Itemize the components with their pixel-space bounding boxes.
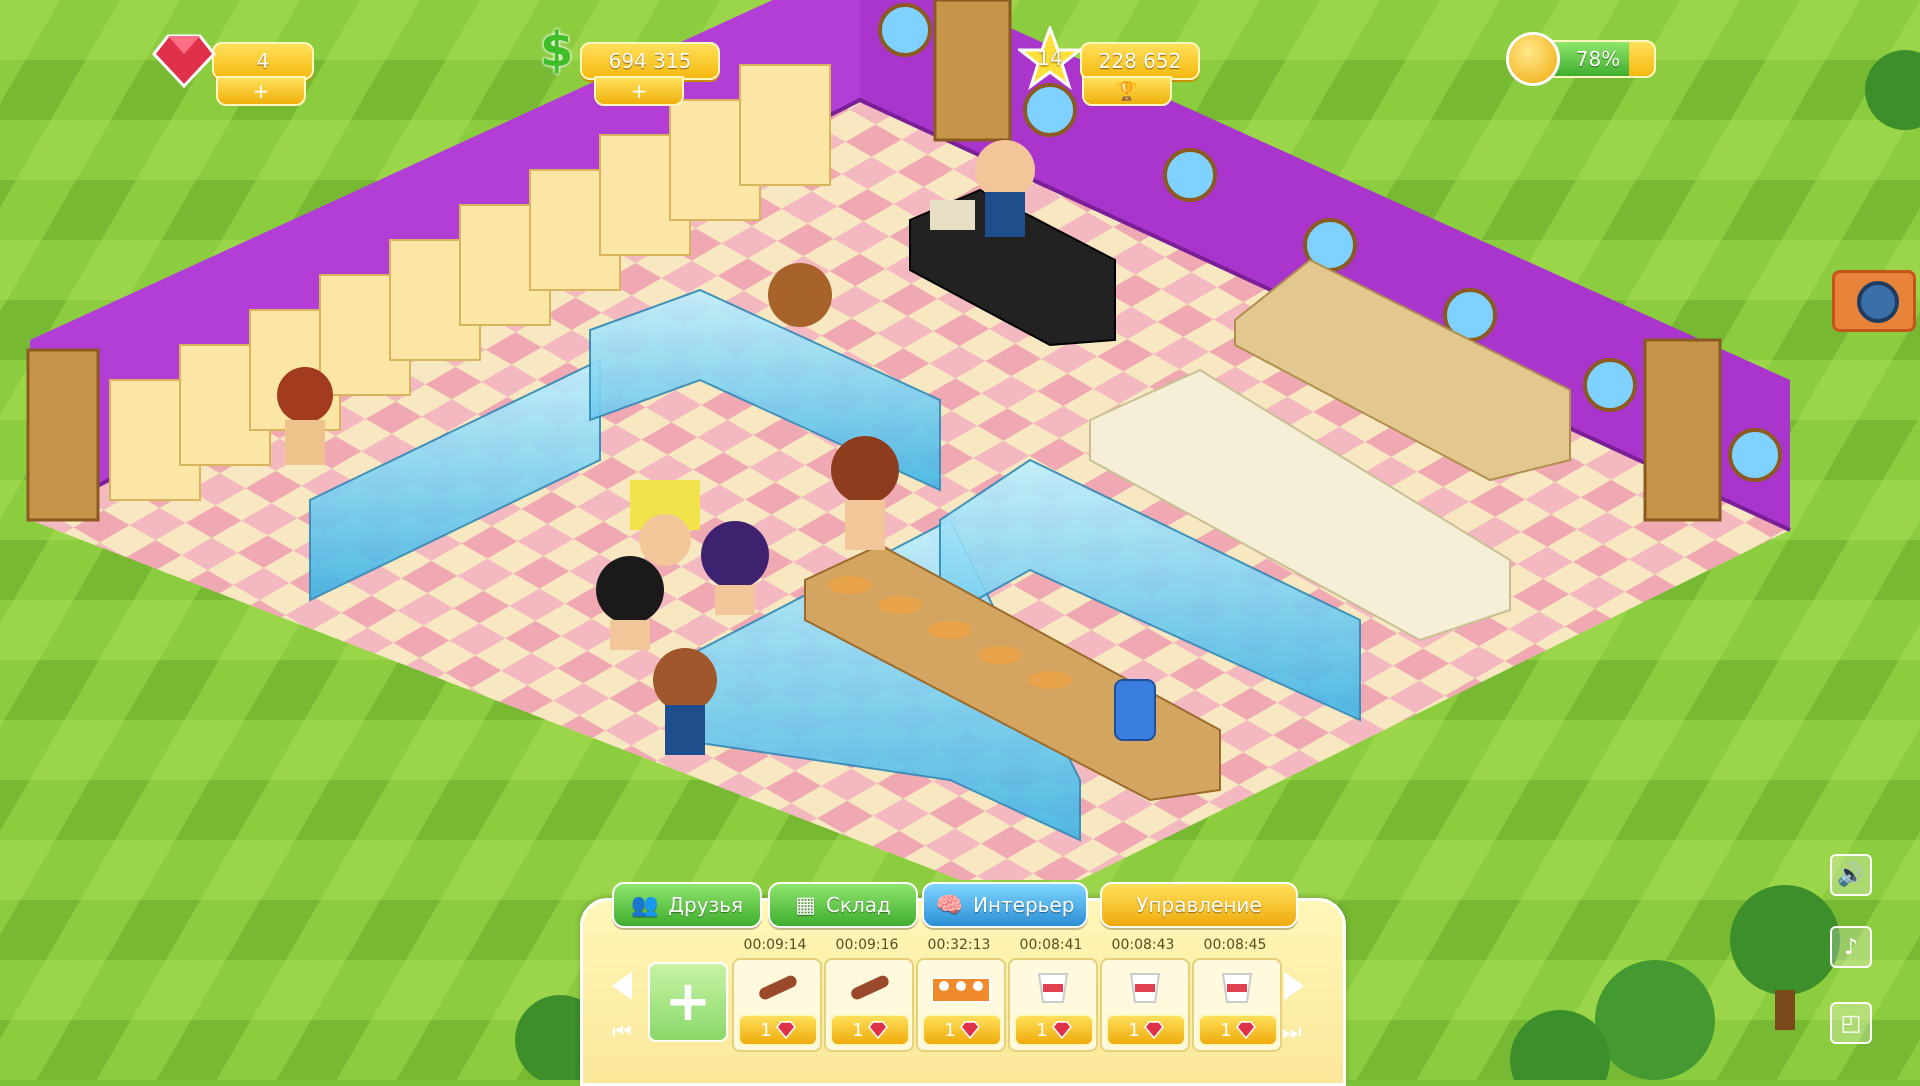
speedup-button[interactable]: 1 [1198,1014,1278,1046]
queue-timer: 00:09:14 [743,937,807,953]
speedup-cost: 1 [852,1019,864,1041]
gem-icon [1051,1021,1072,1039]
queue-slot[interactable]: 1 [824,958,914,1052]
noodle-box-item-icon [1221,973,1253,1003]
queue-timer: 00:08:43 [1111,937,1175,953]
speedup-cost: 1 [760,1019,772,1041]
tab-warehouse[interactable]: ▦ Склад [768,882,918,928]
xp-counter: 228 652 [1080,42,1200,80]
camera-button[interactable] [1832,270,1916,332]
buy-gems-button[interactable]: + [216,76,306,106]
tab-friends-label: Друзья [668,893,743,917]
queue-slot[interactable]: 1 [732,958,822,1052]
gem-icon [959,1021,980,1039]
customer-character-head [768,263,832,327]
noodle-box-item-icon [1037,973,1069,1003]
tab-friends[interactable]: 👥 Друзья [612,882,762,928]
door-left [26,348,100,522]
tree-bottom-right-2 [1595,960,1715,1080]
buy-money-button[interactable]: + [594,76,684,106]
queue-slot[interactable]: 1 [1100,958,1190,1052]
gem-icon [1235,1021,1256,1039]
gem-icon [152,34,216,88]
dollar-icon: $ [540,22,574,78]
speedup-button[interactable]: 1 [1106,1014,1186,1046]
pastry-box-item-icon [931,977,991,1003]
queue-timer: 00:09:16 [835,937,899,953]
speedup-button[interactable]: 1 [830,1014,910,1046]
trophy-icon: 🏆 [1115,80,1139,102]
tab-management[interactable]: Управление [1100,882,1298,928]
money-counter: 694 315 [580,42,720,80]
speedup-cost: 1 [1036,1019,1048,1041]
smiley-icon [1506,32,1560,86]
scroll-first-button[interactable]: ⏮ [612,1022,634,1044]
speedup-cost: 1 [1128,1019,1140,1041]
speedup-button[interactable]: 1 [1014,1014,1094,1046]
trophy-button[interactable]: 🏆 [1082,76,1172,106]
money-value: 694 315 [608,49,692,73]
queue-timer: 00:08:41 [1019,937,1083,953]
grid-icon: ▦ [795,892,816,918]
tab-interior-label: Интерьер [972,893,1075,917]
door-right [1643,338,1722,522]
queue-slot[interactable]: 1 [1008,958,1098,1052]
sausage-item-icon [851,975,889,1000]
gems-counter: 4 [212,42,314,80]
speedup-cost: 1 [944,1019,956,1041]
water-jug [1114,679,1156,741]
brain-icon: 🧠 [935,892,963,918]
cash-register [930,200,975,230]
gem-icon [1143,1021,1164,1039]
camera-icon [1857,281,1899,323]
tab-management-label: Управление [1136,893,1262,917]
queue-timer: 00:08:45 [1203,937,1267,953]
xp-value: 228 652 [1098,49,1182,73]
fullscreen-button[interactable]: ◰ [1830,1002,1872,1044]
add-slot-button[interactable]: + [648,962,728,1042]
gems-value: 4 [256,49,270,73]
level-value: 14 [1037,46,1063,70]
noodle-box-item-icon [1129,973,1161,1003]
sound-button[interactable]: 🔊 [1830,854,1872,896]
queue-slot[interactable]: 1 [1192,958,1282,1052]
friends-icon: 👥 [630,892,659,918]
gem-icon [867,1021,888,1039]
gem-icon [775,1021,796,1039]
tab-interior[interactable]: 🧠 Интерьер [922,882,1088,928]
door-back [933,0,1012,142]
speedup-button[interactable]: 1 [922,1014,1002,1046]
queue-slot[interactable]: 1 [916,958,1006,1052]
music-button[interactable]: ♪ [1830,926,1872,968]
speedup-cost: 1 [1220,1019,1232,1041]
scroll-last-button[interactable]: ⏭ [1282,1022,1304,1044]
scroll-right-arrow[interactable] [1284,972,1304,1000]
speaker-icon: 🔊 [1837,862,1865,888]
tab-warehouse-label: Склад [825,893,891,917]
plus-icon: + [664,969,712,1034]
scroll-left-arrow[interactable] [612,972,632,1000]
sausage-item-icon [759,975,797,1000]
music-note-icon: ♪ [1843,934,1859,960]
queue-timer: 00:32:13 [927,937,991,953]
speedup-button[interactable]: 1 [738,1014,818,1046]
fullscreen-icon: ◰ [1840,1010,1862,1036]
level-star-icon: 14 [1015,23,1085,90]
